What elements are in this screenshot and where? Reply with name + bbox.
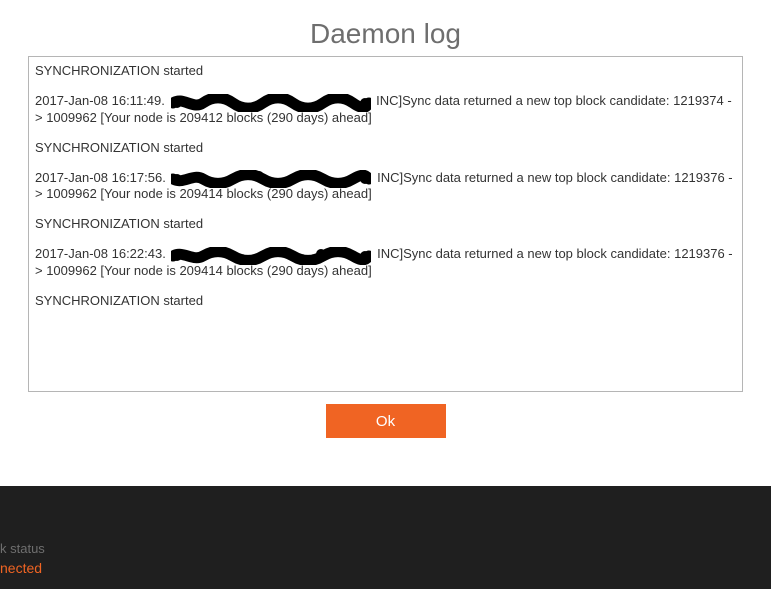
network-status-value: nected xyxy=(0,560,42,576)
log-timestamp: 2017-Jan-08 16:11:49. xyxy=(35,93,165,108)
sync-started-line: SYNCHRONIZATION started xyxy=(35,216,736,232)
log-entry: 2017-Jan-08 16:17:56. INC]Sync data retu… xyxy=(35,170,736,203)
redaction-mark xyxy=(171,247,371,263)
log-entry: 2017-Jan-08 16:11:49. INC]Sync data retu… xyxy=(35,93,736,126)
daemon-log-dialog: Daemon log SYNCHRONIZATION started 2017-… xyxy=(0,0,771,438)
log-timestamp: 2017-Jan-08 16:17:56. xyxy=(35,170,166,185)
log-text: 2017-Jan-08 16:11:49. INC]Sync data retu… xyxy=(35,93,736,126)
network-status-label: k status xyxy=(0,541,45,556)
log-scroll-area[interactable]: SYNCHRONIZATION started 2017-Jan-08 16:1… xyxy=(29,57,742,391)
dialog-actions: Ok xyxy=(0,392,771,438)
log-entry: SYNCHRONIZATION started xyxy=(35,63,736,79)
dialog-title: Daemon log xyxy=(0,0,771,56)
log-entry: SYNCHRONIZATION started xyxy=(35,140,736,156)
log-panel: SYNCHRONIZATION started 2017-Jan-08 16:1… xyxy=(28,56,743,392)
log-entry: SYNCHRONIZATION started xyxy=(35,293,736,309)
sync-started-line: SYNCHRONIZATION started xyxy=(35,63,736,79)
log-timestamp: 2017-Jan-08 16:22:43. xyxy=(35,246,166,261)
ok-button[interactable]: Ok xyxy=(326,404,446,438)
status-bar: k status nected xyxy=(0,486,771,589)
log-entry: 2017-Jan-08 16:22:43. INC]Sync data retu… xyxy=(35,246,736,279)
sync-started-line: SYNCHRONIZATION started xyxy=(35,140,736,156)
redaction-mark xyxy=(171,94,371,110)
log-text: 2017-Jan-08 16:22:43. INC]Sync data retu… xyxy=(35,246,736,279)
log-entry: SYNCHRONIZATION started xyxy=(35,216,736,232)
log-text: 2017-Jan-08 16:17:56. INC]Sync data retu… xyxy=(35,170,736,203)
sync-started-line: SYNCHRONIZATION started xyxy=(35,293,736,309)
redaction-mark xyxy=(171,170,371,186)
